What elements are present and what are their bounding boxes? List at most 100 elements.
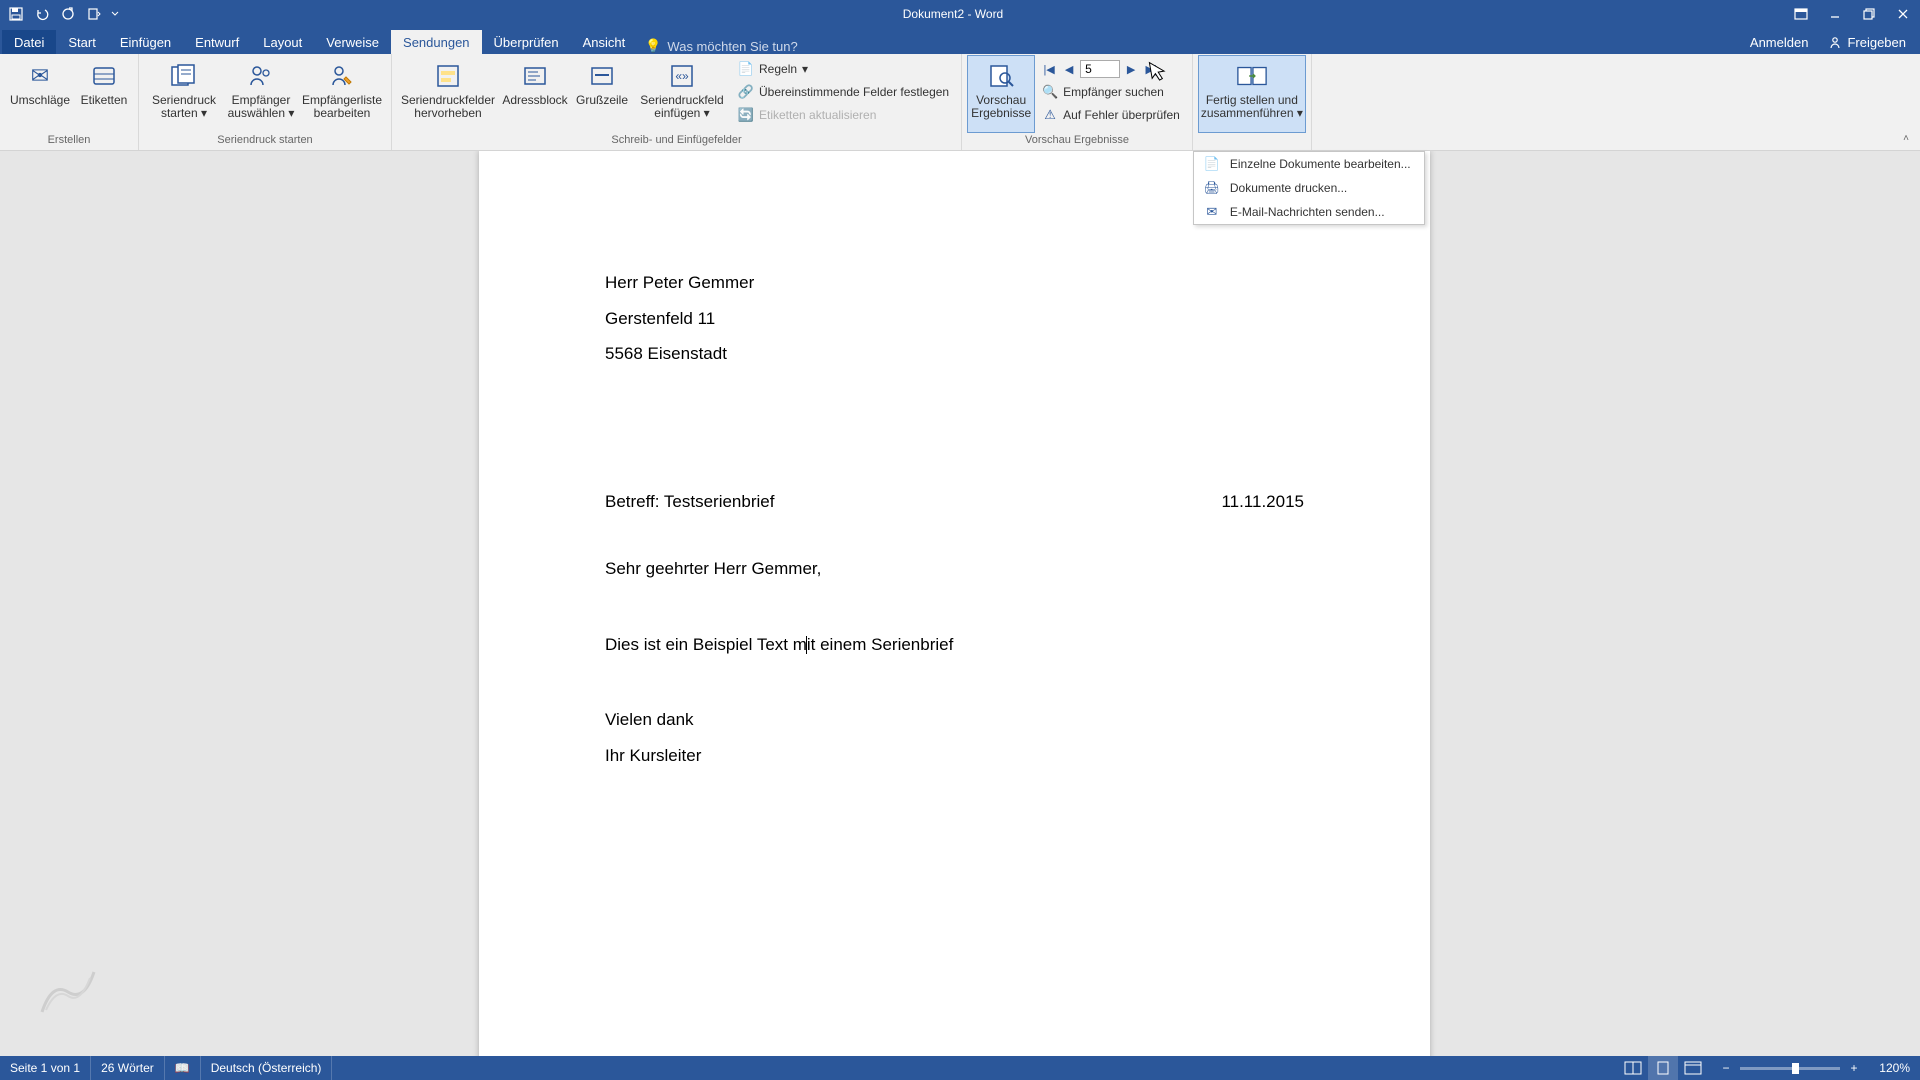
dropdown-edit-documents[interactable]: 📄Einzelne Dokumente bearbeiten... — [1194, 152, 1424, 176]
felder-hervorheben-button[interactable]: Seriendruckfelder hervorheben — [398, 56, 498, 132]
tab-entwurf[interactable]: Entwurf — [183, 30, 251, 54]
view-print-layout[interactable] — [1648, 1056, 1678, 1080]
group-erstellen: ✉ Umschläge Etiketten Erstellen — [0, 54, 139, 150]
status-proofing[interactable]: 📖 — [165, 1056, 201, 1080]
check-errors-icon: ⚠ — [1042, 107, 1058, 123]
minimize-button[interactable] — [1818, 0, 1852, 27]
insert-mergefield-icon: «» — [666, 60, 698, 92]
page-body[interactable]: Herr Peter Gemmer Gerstenfeld 11 5568 Ei… — [605, 273, 1304, 781]
umschlaege-button[interactable]: ✉ Umschläge — [6, 56, 74, 132]
ribbon-display-button[interactable] — [1784, 0, 1818, 27]
fehler-ueberpruefen-button[interactable]: ⚠Auf Fehler überprüfen — [1036, 104, 1186, 126]
subject-line: Betreff: Testserienbrief — [605, 492, 774, 512]
group-felder: Seriendruckfelder hervorheben Adressbloc… — [392, 54, 962, 150]
zoom-thumb[interactable] — [1792, 1063, 1799, 1074]
match-fields-icon: 🔗 — [738, 84, 754, 100]
share-button[interactable]: Freigeben — [1820, 31, 1914, 54]
window-title: Dokument2 - Word — [122, 7, 1784, 21]
page[interactable]: Herr Peter Gemmer Gerstenfeld 11 5568 Ei… — [479, 151, 1430, 1056]
label-icon — [88, 60, 120, 92]
recipients-edit-icon — [326, 60, 358, 92]
tab-start[interactable]: Start — [56, 30, 107, 54]
edit-docs-icon: 📄 — [1204, 156, 1220, 172]
save-button[interactable] — [4, 3, 28, 25]
status-language[interactable]: Deutsch (Österreich) — [201, 1056, 333, 1080]
empfaengerliste-bearbeiten-button[interactable]: Empfängerliste bearbeiten — [299, 56, 385, 132]
fertig-stellen-dropdown: 📄Einzelne Dokumente bearbeiten... 🖨Dokum… — [1193, 151, 1425, 225]
salutation: Sehr geehrter Herr Gemmer, — [605, 559, 1304, 579]
grusszeile-button[interactable]: Grußzeile — [572, 56, 632, 132]
envelope-icon: ✉ — [24, 60, 56, 92]
collapse-ribbon-button[interactable]: ˄ — [1898, 130, 1914, 146]
etiketten-aktualisieren-button: 🔄Etiketten aktualisieren — [732, 104, 955, 126]
watermark-logo — [32, 962, 104, 1022]
update-labels-icon: 🔄 — [738, 107, 754, 123]
seriendruckfeld-einfuegen-button[interactable]: «» Seriendruckfeld einfügen ▾ — [634, 56, 730, 132]
tab-ueberpruefen[interactable]: Überprüfen — [482, 30, 571, 54]
undo-button[interactable] — [30, 3, 54, 25]
highlight-fields-icon — [432, 60, 464, 92]
zoom-in-button[interactable]: + — [1846, 1060, 1862, 1076]
tab-ansicht[interactable]: Ansicht — [571, 30, 638, 54]
regeln-button[interactable]: 📄Regeln ▾ — [732, 58, 955, 80]
adressblock-button[interactable]: Adressblock — [500, 56, 570, 132]
group-seriendruck-starten: Seriendruck starten ▾ Empfänger auswähle… — [139, 54, 392, 150]
redo-button[interactable] — [56, 3, 80, 25]
qat-dropdown[interactable] — [108, 3, 122, 25]
seriendruck-starten-button[interactable]: Seriendruck starten ▾ — [145, 56, 223, 132]
proofing-icon: 📖 — [175, 1061, 190, 1075]
zoom-out-button[interactable]: − — [1718, 1060, 1734, 1076]
tell-me-placeholder: Was möchten Sie tun? — [667, 39, 797, 54]
dropdown-send-email[interactable]: ✉E-Mail-Nachrichten senden... — [1194, 200, 1424, 224]
empfaenger-auswaehlen-button[interactable]: Empfänger auswählen ▾ — [225, 56, 297, 132]
prev-record-button[interactable]: ◀ — [1060, 60, 1078, 78]
body-text: Dies ist ein Beispiel Text mit einem Ser… — [605, 635, 1304, 655]
dropdown-print-documents[interactable]: 🖨Dokumente drucken... — [1194, 176, 1424, 200]
recipients-select-icon — [245, 60, 277, 92]
tab-layout[interactable]: Layout — [251, 30, 314, 54]
zoom-level[interactable]: 120% — [1868, 1061, 1910, 1075]
greetingline-icon — [586, 60, 618, 92]
date-value: 11.11.2015 — [1221, 492, 1304, 512]
find-recipient-icon: 🔍 — [1042, 84, 1058, 100]
customize-qat-button[interactable] — [82, 3, 106, 25]
zoom-control: − + 120% — [1708, 1060, 1920, 1076]
view-web-layout[interactable] — [1678, 1056, 1708, 1080]
next-record-button[interactable]: ▶ — [1122, 60, 1140, 78]
ribbon: ✉ Umschläge Etiketten Erstellen Seriendr… — [0, 54, 1920, 151]
fertig-stellen-button[interactable]: Fertig stellen und zusammenführen ▾ — [1199, 56, 1305, 132]
first-record-button[interactable]: |◀ — [1040, 60, 1058, 78]
vorschau-ergebnisse-button[interactable]: Vorschau Ergebnisse — [968, 56, 1034, 132]
print-icon: 🖨 — [1204, 180, 1220, 196]
tab-file[interactable]: Datei — [2, 30, 56, 54]
tell-me-search[interactable]: 💡 Was möchten Sie tun? — [645, 38, 798, 54]
view-read-mode[interactable] — [1618, 1056, 1648, 1080]
last-record-button[interactable]: ▶| — [1142, 60, 1160, 78]
tab-einfuegen[interactable]: Einfügen — [108, 30, 183, 54]
status-page[interactable]: Seite 1 von 1 — [0, 1056, 91, 1080]
record-navigation: |◀ ◀ ▶ ▶| — [1036, 58, 1186, 80]
group-fertig: Fertig stellen und zusammenführen ▾ 📄Ein… — [1193, 54, 1312, 150]
empfaenger-suchen-button[interactable]: 🔍Empfänger suchen — [1036, 81, 1186, 103]
record-number-input[interactable] — [1080, 60, 1120, 78]
group-vorschau: Vorschau Ergebnisse |◀ ◀ ▶ ▶| 🔍Empfänger… — [962, 54, 1193, 150]
address-line-1: Herr Peter Gemmer — [605, 273, 1304, 293]
felder-festlegen-button[interactable]: 🔗Übereinstimmende Felder festlegen — [732, 81, 955, 103]
rules-icon: 📄 — [738, 61, 754, 77]
svg-text:«»: «» — [675, 69, 689, 83]
share-icon — [1828, 36, 1842, 50]
etiketten-button[interactable]: Etiketten — [76, 56, 132, 132]
signin-button[interactable]: Anmelden — [1742, 31, 1817, 54]
document-area[interactable]: Herr Peter Gemmer Gerstenfeld 11 5568 Ei… — [0, 151, 1920, 1056]
close-button[interactable] — [1886, 0, 1920, 27]
tab-verweise[interactable]: Verweise — [314, 30, 391, 54]
ribbon-tabs: Datei Start Einfügen Entwurf Layout Verw… — [0, 27, 1920, 54]
address-line-2: Gerstenfeld 11 — [605, 309, 1304, 329]
restore-button[interactable] — [1852, 0, 1886, 27]
tab-sendungen[interactable]: Sendungen — [391, 30, 482, 54]
status-word-count[interactable]: 26 Wörter — [91, 1056, 165, 1080]
quick-access-toolbar — [0, 3, 122, 25]
address-line-3: 5568 Eisenstadt — [605, 344, 1304, 364]
zoom-slider[interactable] — [1740, 1067, 1840, 1070]
signoff-line: Ihr Kursleiter — [605, 746, 1304, 766]
